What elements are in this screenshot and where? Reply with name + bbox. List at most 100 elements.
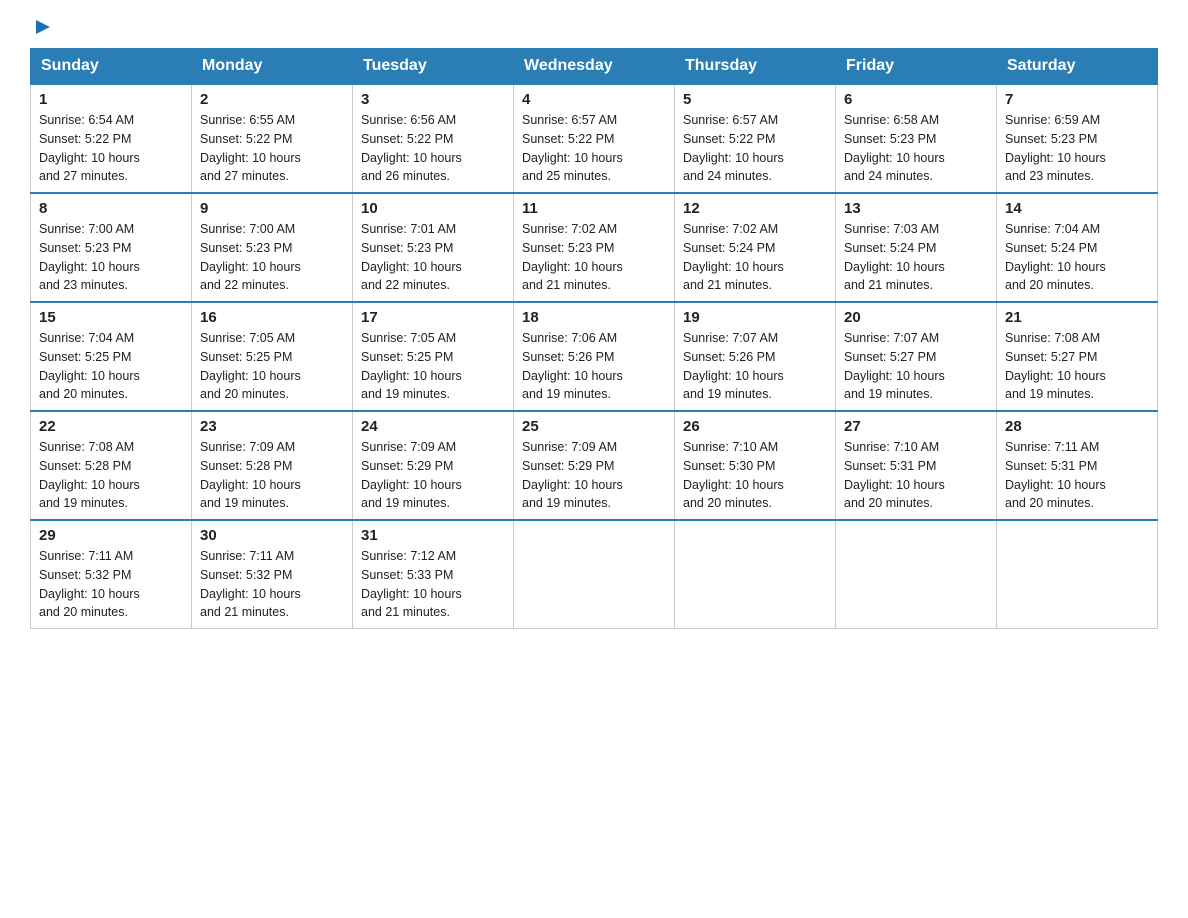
logo — [30, 20, 54, 38]
calendar-cell — [997, 520, 1158, 629]
header-wednesday: Wednesday — [514, 49, 675, 85]
day-info: Sunrise: 6:55 AM Sunset: 5:22 PM Dayligh… — [200, 111, 344, 186]
day-number: 6 — [844, 91, 988, 108]
day-number: 19 — [683, 309, 827, 326]
day-number: 13 — [844, 200, 988, 217]
calendar-table: SundayMondayTuesdayWednesdayThursdayFrid… — [30, 48, 1158, 629]
day-number: 17 — [361, 309, 505, 326]
day-number: 29 — [39, 527, 183, 544]
day-number: 2 — [200, 91, 344, 108]
calendar-cell: 16 Sunrise: 7:05 AM Sunset: 5:25 PM Dayl… — [192, 302, 353, 411]
day-info: Sunrise: 7:10 AM Sunset: 5:30 PM Dayligh… — [683, 438, 827, 513]
day-number: 7 — [1005, 91, 1149, 108]
day-info: Sunrise: 7:07 AM Sunset: 5:26 PM Dayligh… — [683, 329, 827, 404]
day-info: Sunrise: 7:03 AM Sunset: 5:24 PM Dayligh… — [844, 220, 988, 295]
calendar-cell: 2 Sunrise: 6:55 AM Sunset: 5:22 PM Dayli… — [192, 84, 353, 193]
day-info: Sunrise: 7:00 AM Sunset: 5:23 PM Dayligh… — [200, 220, 344, 295]
calendar-cell: 14 Sunrise: 7:04 AM Sunset: 5:24 PM Dayl… — [997, 193, 1158, 302]
calendar-cell: 23 Sunrise: 7:09 AM Sunset: 5:28 PM Dayl… — [192, 411, 353, 520]
calendar-week-1: 1 Sunrise: 6:54 AM Sunset: 5:22 PM Dayli… — [31, 84, 1158, 193]
day-info: Sunrise: 7:06 AM Sunset: 5:26 PM Dayligh… — [522, 329, 666, 404]
day-info: Sunrise: 7:10 AM Sunset: 5:31 PM Dayligh… — [844, 438, 988, 513]
calendar-cell: 22 Sunrise: 7:08 AM Sunset: 5:28 PM Dayl… — [31, 411, 192, 520]
header-thursday: Thursday — [675, 49, 836, 85]
day-number: 12 — [683, 200, 827, 217]
calendar-cell: 24 Sunrise: 7:09 AM Sunset: 5:29 PM Dayl… — [353, 411, 514, 520]
day-info: Sunrise: 7:01 AM Sunset: 5:23 PM Dayligh… — [361, 220, 505, 295]
calendar-week-4: 22 Sunrise: 7:08 AM Sunset: 5:28 PM Dayl… — [31, 411, 1158, 520]
calendar-cell: 25 Sunrise: 7:09 AM Sunset: 5:29 PM Dayl… — [514, 411, 675, 520]
day-number: 23 — [200, 418, 344, 435]
calendar-cell: 29 Sunrise: 7:11 AM Sunset: 5:32 PM Dayl… — [31, 520, 192, 629]
calendar-cell: 27 Sunrise: 7:10 AM Sunset: 5:31 PM Dayl… — [836, 411, 997, 520]
day-number: 24 — [361, 418, 505, 435]
calendar-cell: 21 Sunrise: 7:08 AM Sunset: 5:27 PM Dayl… — [997, 302, 1158, 411]
day-info: Sunrise: 6:59 AM Sunset: 5:23 PM Dayligh… — [1005, 111, 1149, 186]
day-info: Sunrise: 6:56 AM Sunset: 5:22 PM Dayligh… — [361, 111, 505, 186]
calendar-cell — [675, 520, 836, 629]
day-number: 28 — [1005, 418, 1149, 435]
day-info: Sunrise: 6:58 AM Sunset: 5:23 PM Dayligh… — [844, 111, 988, 186]
day-number: 16 — [200, 309, 344, 326]
day-info: Sunrise: 7:11 AM Sunset: 5:31 PM Dayligh… — [1005, 438, 1149, 513]
day-number: 4 — [522, 91, 666, 108]
day-number: 22 — [39, 418, 183, 435]
calendar-cell: 4 Sunrise: 6:57 AM Sunset: 5:22 PM Dayli… — [514, 84, 675, 193]
day-number: 11 — [522, 200, 666, 217]
page-header — [30, 20, 1158, 38]
day-info: Sunrise: 7:07 AM Sunset: 5:27 PM Dayligh… — [844, 329, 988, 404]
day-info: Sunrise: 7:04 AM Sunset: 5:25 PM Dayligh… — [39, 329, 183, 404]
calendar-week-3: 15 Sunrise: 7:04 AM Sunset: 5:25 PM Dayl… — [31, 302, 1158, 411]
day-number: 15 — [39, 309, 183, 326]
day-number: 14 — [1005, 200, 1149, 217]
day-info: Sunrise: 7:05 AM Sunset: 5:25 PM Dayligh… — [361, 329, 505, 404]
day-info: Sunrise: 7:00 AM Sunset: 5:23 PM Dayligh… — [39, 220, 183, 295]
calendar-cell: 8 Sunrise: 7:00 AM Sunset: 5:23 PM Dayli… — [31, 193, 192, 302]
day-info: Sunrise: 6:54 AM Sunset: 5:22 PM Dayligh… — [39, 111, 183, 186]
calendar-cell: 10 Sunrise: 7:01 AM Sunset: 5:23 PM Dayl… — [353, 193, 514, 302]
header-saturday: Saturday — [997, 49, 1158, 85]
day-info: Sunrise: 6:57 AM Sunset: 5:22 PM Dayligh… — [683, 111, 827, 186]
day-number: 8 — [39, 200, 183, 217]
calendar-cell: 28 Sunrise: 7:11 AM Sunset: 5:31 PM Dayl… — [997, 411, 1158, 520]
calendar-cell: 1 Sunrise: 6:54 AM Sunset: 5:22 PM Dayli… — [31, 84, 192, 193]
calendar-cell: 5 Sunrise: 6:57 AM Sunset: 5:22 PM Dayli… — [675, 84, 836, 193]
calendar-cell: 31 Sunrise: 7:12 AM Sunset: 5:33 PM Dayl… — [353, 520, 514, 629]
day-number: 27 — [844, 418, 988, 435]
header-sunday: Sunday — [31, 49, 192, 85]
calendar-week-2: 8 Sunrise: 7:00 AM Sunset: 5:23 PM Dayli… — [31, 193, 1158, 302]
day-number: 5 — [683, 91, 827, 108]
day-info: Sunrise: 7:09 AM Sunset: 5:29 PM Dayligh… — [361, 438, 505, 513]
calendar-cell: 30 Sunrise: 7:11 AM Sunset: 5:32 PM Dayl… — [192, 520, 353, 629]
day-number: 10 — [361, 200, 505, 217]
calendar-cell: 17 Sunrise: 7:05 AM Sunset: 5:25 PM Dayl… — [353, 302, 514, 411]
day-info: Sunrise: 7:02 AM Sunset: 5:23 PM Dayligh… — [522, 220, 666, 295]
day-number: 21 — [1005, 309, 1149, 326]
calendar-cell: 7 Sunrise: 6:59 AM Sunset: 5:23 PM Dayli… — [997, 84, 1158, 193]
day-info: Sunrise: 7:12 AM Sunset: 5:33 PM Dayligh… — [361, 547, 505, 622]
header-monday: Monday — [192, 49, 353, 85]
day-number: 25 — [522, 418, 666, 435]
day-info: Sunrise: 7:09 AM Sunset: 5:29 PM Dayligh… — [522, 438, 666, 513]
calendar-cell: 12 Sunrise: 7:02 AM Sunset: 5:24 PM Dayl… — [675, 193, 836, 302]
calendar-week-5: 29 Sunrise: 7:11 AM Sunset: 5:32 PM Dayl… — [31, 520, 1158, 629]
day-number: 30 — [200, 527, 344, 544]
day-number: 3 — [361, 91, 505, 108]
calendar-cell: 26 Sunrise: 7:10 AM Sunset: 5:30 PM Dayl… — [675, 411, 836, 520]
day-number: 18 — [522, 309, 666, 326]
calendar-cell: 19 Sunrise: 7:07 AM Sunset: 5:26 PM Dayl… — [675, 302, 836, 411]
logo-triangle-icon — [32, 16, 54, 38]
day-info: Sunrise: 7:11 AM Sunset: 5:32 PM Dayligh… — [39, 547, 183, 622]
calendar-cell: 20 Sunrise: 7:07 AM Sunset: 5:27 PM Dayl… — [836, 302, 997, 411]
header-tuesday: Tuesday — [353, 49, 514, 85]
calendar-cell: 15 Sunrise: 7:04 AM Sunset: 5:25 PM Dayl… — [31, 302, 192, 411]
day-info: Sunrise: 7:02 AM Sunset: 5:24 PM Dayligh… — [683, 220, 827, 295]
calendar-cell: 6 Sunrise: 6:58 AM Sunset: 5:23 PM Dayli… — [836, 84, 997, 193]
calendar-cell: 9 Sunrise: 7:00 AM Sunset: 5:23 PM Dayli… — [192, 193, 353, 302]
day-info: Sunrise: 7:11 AM Sunset: 5:32 PM Dayligh… — [200, 547, 344, 622]
day-number: 9 — [200, 200, 344, 217]
day-info: Sunrise: 7:05 AM Sunset: 5:25 PM Dayligh… — [200, 329, 344, 404]
header-friday: Friday — [836, 49, 997, 85]
day-number: 31 — [361, 527, 505, 544]
calendar-cell — [514, 520, 675, 629]
